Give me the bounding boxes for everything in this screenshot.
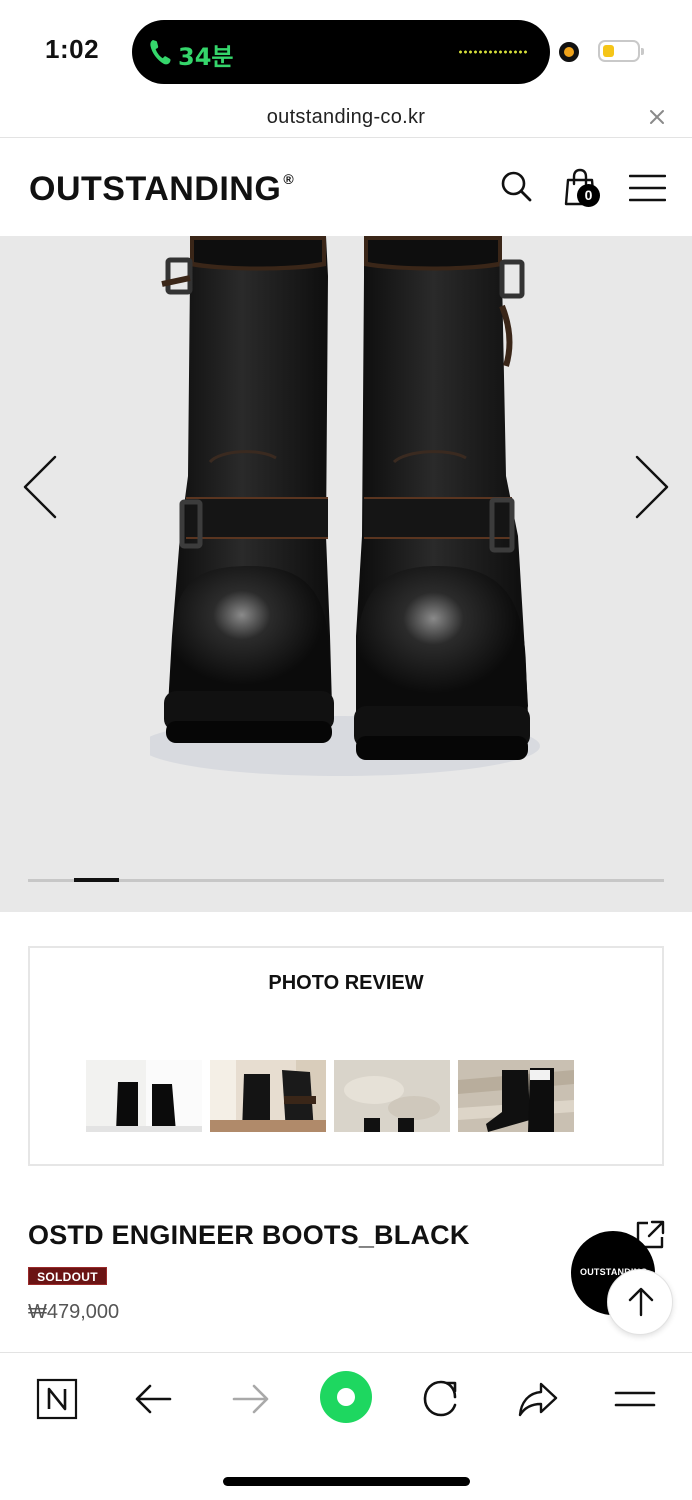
menu-button[interactable]: [611, 1375, 659, 1423]
close-icon[interactable]: [648, 108, 666, 126]
review-thumbnail-3[interactable]: [334, 1060, 450, 1132]
search-icon[interactable]: [500, 170, 532, 202]
naver-home-button[interactable]: [33, 1375, 81, 1423]
review-thumbnail-4[interactable]: [458, 1060, 574, 1132]
dynamic-island-call[interactable]: 34분: [132, 20, 550, 84]
url-text[interactable]: outstanding-co.kr: [0, 106, 692, 129]
product-name: OSTD ENGINEER BOOTS_BLACK: [28, 1220, 470, 1250]
camera-indicator-icon: [559, 42, 579, 62]
scroll-top-button[interactable]: [607, 1269, 673, 1335]
chevron-left-icon[interactable]: [20, 454, 60, 520]
url-bar[interactable]: outstanding-co.kr: [0, 100, 692, 138]
slide-progress-track[interactable]: [28, 878, 664, 882]
status-bar: 1:02 34분: [0, 0, 692, 100]
back-button[interactable]: [130, 1375, 178, 1423]
soldout-badge: SOLDOUT: [28, 1267, 107, 1285]
naver-n-icon: [36, 1378, 78, 1420]
photo-review-title: PHOTO REVIEW: [268, 972, 424, 994]
browser-toolbar: [0, 1352, 692, 1500]
review-thumbnail-2[interactable]: [210, 1060, 326, 1132]
chevron-right-icon[interactable]: [632, 454, 672, 520]
home-indicator[interactable]: [223, 1477, 470, 1486]
status-time: 1:02: [45, 34, 100, 64]
phone-icon: [150, 40, 171, 65]
reload-icon: [423, 1380, 457, 1417]
arrow-up-icon: [628, 1287, 654, 1317]
share-icon: [518, 1382, 558, 1417]
forward-arrow-icon: [232, 1384, 269, 1414]
product-price: ₩479,000: [28, 1301, 120, 1323]
registered-mark: ®: [283, 170, 295, 187]
forward-button[interactable]: [226, 1375, 274, 1423]
green-dot-button[interactable]: [318, 1369, 374, 1425]
reload-button[interactable]: [417, 1375, 465, 1423]
audio-wave-icon: [458, 49, 528, 55]
product-image[interactable]: [150, 236, 550, 796]
product-gallery[interactable]: [0, 236, 692, 912]
logo-text: OUTSTANDING: [29, 170, 282, 208]
menu-icon[interactable]: [629, 174, 666, 202]
right-boot: [354, 236, 530, 760]
left-boot: [161, 236, 334, 743]
site-logo[interactable]: OUTSTANDING ®: [29, 170, 294, 209]
photo-review-section: PHOTO REVIEW: [28, 946, 664, 1166]
review-thumbnail-1[interactable]: [86, 1060, 202, 1132]
cart-count-badge: 0: [577, 184, 600, 207]
share-button[interactable]: [514, 1375, 562, 1423]
slide-progress-indicator: [74, 878, 119, 882]
back-arrow-icon: [135, 1384, 172, 1414]
call-duration: 34분: [178, 43, 234, 71]
menu-lines-icon: [614, 1391, 656, 1407]
battery-icon: [598, 40, 644, 62]
green-dot-icon: [320, 1371, 372, 1423]
